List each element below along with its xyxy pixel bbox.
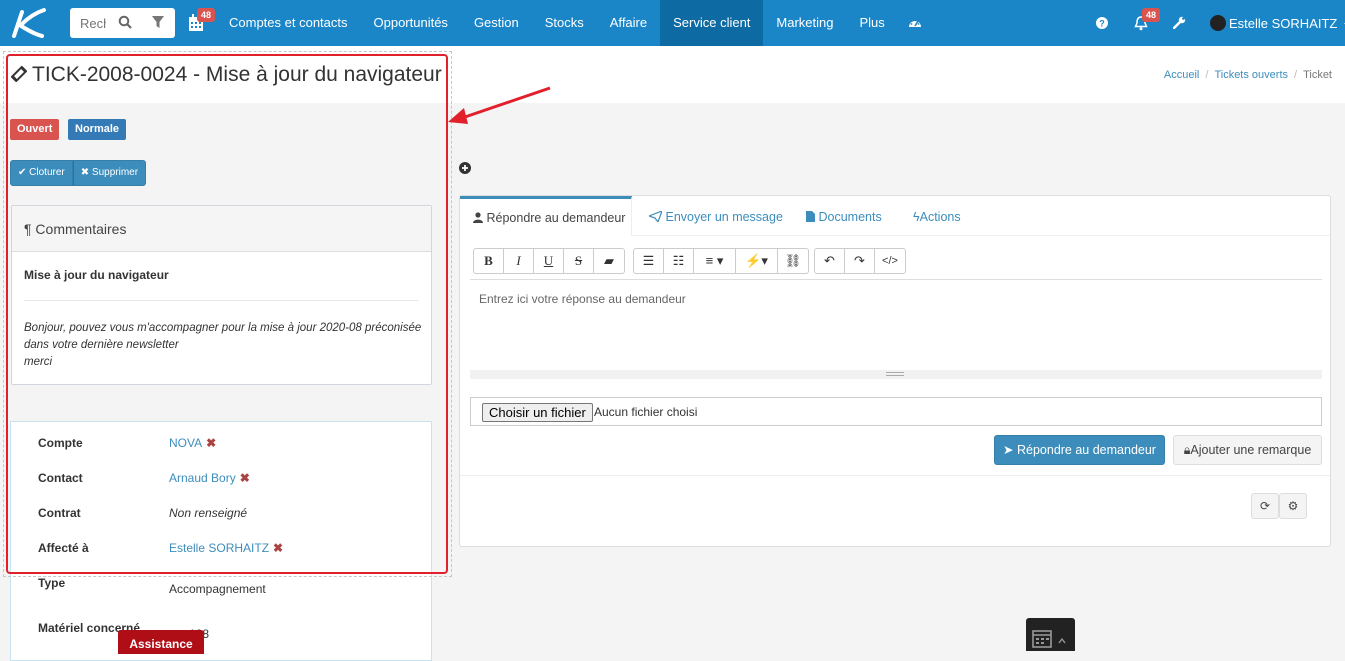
avatar [1210,15,1226,31]
user-menu[interactable]: Estelle SORHAITZ [1210,15,1345,31]
tab-actions[interactable]: ϟActions [913,196,961,236]
link-icon[interactable]: ⛓ [778,249,808,273]
search-icon[interactable] [118,15,132,29]
tab-repondre[interactable]: Répondre au demandeur [460,196,632,236]
annotation-highlight-box [6,54,448,574]
settings-button[interactable]: ⚙ [1279,493,1307,519]
calendar-widget[interactable] [1026,618,1075,651]
search-input[interactable] [70,8,108,38]
numbered-list-icon[interactable]: ☷ [664,249,694,273]
main-menu: Comptes et contacts Opportunités Gestion… [216,0,932,46]
editor-resize-handle[interactable] [470,370,1322,379]
breadcrumb-current: Ticket [1303,69,1332,81]
filter-icon[interactable] [152,16,164,28]
underline-button[interactable]: U [534,249,564,273]
user-name: Estelle SORHAITZ [1229,16,1338,31]
code-view-icon[interactable]: </> [875,249,905,273]
help-icon[interactable]: ? [1096,17,1108,29]
no-file-label: Aucun fichier choisi [594,405,698,419]
menu-item-stocks[interactable]: Stocks [532,0,597,46]
file-input: Choisir un fichier Aucun fichier choisi [470,397,1322,426]
editor-divider [470,279,1322,280]
menu-item-plus[interactable]: Plus [847,0,898,46]
tab-envoyer-message[interactable]: Envoyer un message [647,196,783,236]
file-icon [806,211,815,222]
add-remark-button[interactable]: 🔒︎Ajouter une remarque [1173,435,1322,465]
menu-item-opportunites[interactable]: Opportunités [361,0,461,46]
menu-item-marketing[interactable]: Marketing [763,0,846,46]
bolt-icon: ϟ [913,210,920,224]
paper-plane-icon [647,209,664,224]
menu-item-comptes[interactable]: Comptes et contacts [216,0,361,46]
format-group: B I U S ▰ [473,248,625,274]
refresh-icon: ⟳ [1259,499,1271,513]
wrench-icon[interactable] [1173,16,1186,29]
top-navbar: 48 Comptes et contacts Opportunités Gest… [0,0,1345,46]
menu-item-dashboard[interactable] [898,0,932,46]
eraser-icon[interactable]: ▰ [594,249,624,273]
info-row-type: Type Accompagnement [11,576,431,596]
editor-area[interactable]: Entrez ici votre réponse au demandeur [479,292,686,306]
history-group: ↶ ↷ </> [814,248,906,274]
italic-button[interactable]: I [504,249,534,273]
search-box[interactable] [70,8,175,38]
calendar-icon [1032,630,1052,648]
align-icon[interactable]: ≡ ▾ [694,249,736,273]
strikethrough-button[interactable]: S [564,249,594,273]
type-label: Type [38,576,66,590]
calendar-badge: 48 [197,8,216,22]
reply-button[interactable]: ➤ Répondre au demandeur [994,435,1165,465]
list-group: ☰ ☷ ≡ ▾ ⚡▾ ⛓ [633,248,809,274]
app-logo-icon[interactable] [8,6,48,40]
add-circle-icon[interactable] [459,162,471,174]
annotation-arrow-icon [448,86,551,124]
breadcrumb-accueil[interactable]: Accueil [1164,69,1199,81]
refresh-button[interactable]: ⟳ [1251,493,1279,519]
chevron-up-icon [1058,638,1066,644]
divider [460,475,1330,476]
bullet-list-icon[interactable]: ☰ [634,249,664,273]
type-value: Accompagnement [169,582,266,596]
info-row-materiel: Matériel concerné 128 [11,621,431,641]
menu-item-service-client[interactable]: Service client [660,0,764,46]
user-icon [473,212,483,223]
breadcrumb-tickets-ouverts[interactable]: Tickets ouverts [1214,69,1288,81]
redo-icon[interactable]: ↷ [845,249,875,273]
magic-wand-icon[interactable]: ⚡▾ [736,249,778,273]
undo-icon[interactable]: ↶ [815,249,845,273]
bold-button[interactable]: B [474,249,504,273]
tab-documents[interactable]: Documents [806,196,882,236]
assistance-button[interactable]: Assistance [118,630,204,654]
svg-text:?: ? [1099,19,1105,29]
notifications-badge: 48 [1142,8,1161,22]
choose-file-button[interactable]: Choisir un fichier [482,403,593,422]
send-icon: ➤ [1003,443,1014,457]
reply-box: Répondre au demandeur Envoyer un message… [459,195,1331,547]
reply-tabs: Répondre au demandeur Envoyer un message… [460,196,1330,236]
gear-icon: ⚙ [1287,499,1299,513]
dashboard-icon [908,19,921,27]
menu-item-affaire[interactable]: Affaire [597,0,660,46]
menu-item-gestion[interactable]: Gestion [461,0,532,46]
breadcrumb: Accueil / Tickets ouverts / Ticket [1163,69,1332,81]
